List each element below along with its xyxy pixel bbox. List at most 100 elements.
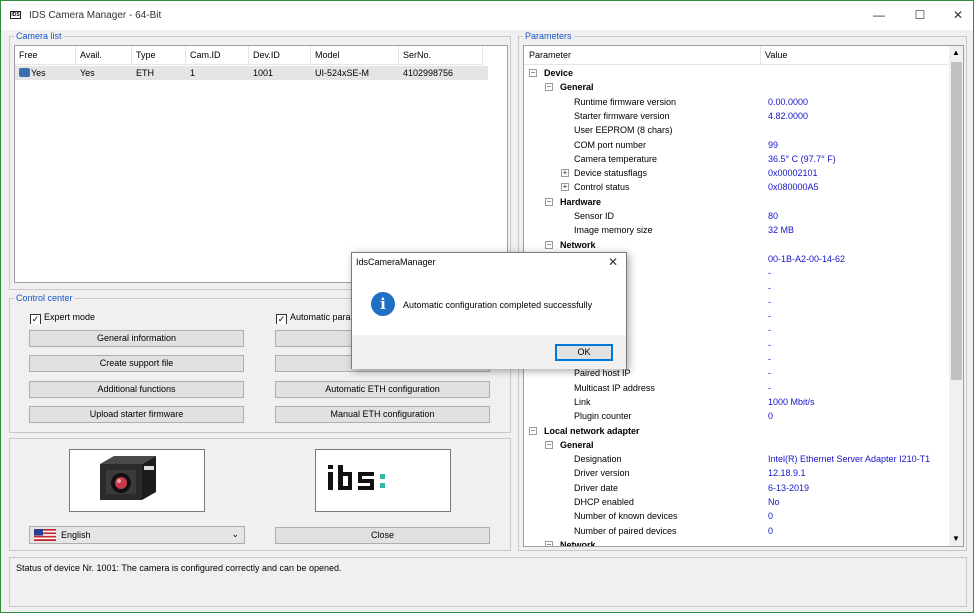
- parameter-value: 80: [768, 211, 779, 221]
- upload-starter-firmware-button[interactable]: Upload starter firmware: [29, 406, 244, 423]
- manual-eth-configuration-button[interactable]: Manual ETH configuration: [275, 406, 490, 423]
- parameter-name: Driver version: [574, 468, 630, 479]
- parameter-name: Sensor ID: [574, 211, 615, 221]
- parameter-value: -: [768, 339, 771, 350]
- tree-row[interactable]: − Network: [524, 538, 944, 547]
- parameter-name: Device statusflags: [574, 168, 648, 179]
- expand-icon[interactable]: +: [561, 169, 569, 178]
- dialog-message: Automatic configuration completed succes…: [403, 300, 593, 310]
- parameter-value: No: [768, 497, 780, 507]
- tree-row[interactable]: Number of known devices 0: [524, 509, 944, 523]
- scrollbar-thumb[interactable]: [951, 62, 962, 380]
- create-support-file-button[interactable]: Create support file: [29, 355, 244, 372]
- parameter-value: 0x00002101: [768, 168, 818, 179]
- tree-row[interactable]: Link 1000 Mbit/s: [524, 395, 944, 409]
- message-dialog: IdsCameraManager ✕ i Automatic configura…: [351, 252, 627, 369]
- app-logo-icon: IDS: [10, 11, 21, 19]
- automatic-param-checkbox[interactable]: ✓ Automatic param: [276, 310, 352, 324]
- scroll-down-icon[interactable]: ▼: [952, 534, 960, 543]
- parameter-name: Driver date: [574, 482, 619, 493]
- close-window-button[interactable]: ✕: [939, 1, 974, 30]
- collapse-icon[interactable]: −: [545, 197, 553, 206]
- parameter-value: 0.00.0000: [768, 96, 809, 107]
- tree-row[interactable]: − Network: [524, 238, 944, 252]
- checkbox-checked-icon: ✓: [30, 314, 41, 324]
- tree-row[interactable]: Number of paired devices 0: [524, 524, 944, 538]
- collapse-icon[interactable]: −: [529, 426, 537, 435]
- cell-avail: Yes: [80, 68, 95, 78]
- parameter-value: -: [768, 325, 771, 336]
- tree-row[interactable]: COM port number 99: [524, 138, 944, 152]
- collapse-icon[interactable]: −: [545, 240, 553, 249]
- collapse-icon[interactable]: −: [545, 540, 553, 546]
- maximize-button[interactable]: ☐: [901, 1, 939, 30]
- collapse-icon[interactable]: −: [545, 83, 553, 92]
- tree-row[interactable]: − General: [524, 438, 944, 452]
- dialog-close-icon[interactable]: ✕: [608, 255, 618, 269]
- expert-mode-checkbox[interactable]: ✓ Expert mode: [30, 310, 180, 324]
- column-header-dev-id[interactable]: Dev.ID: [249, 46, 311, 65]
- parameter-value: -: [768, 282, 771, 293]
- tree-row[interactable]: − General: [524, 80, 944, 94]
- column-divider: [760, 46, 761, 65]
- parameter-name: Network: [560, 539, 596, 547]
- parameter-value: 6-13-2019: [768, 482, 810, 493]
- language-select[interactable]: English ⌄: [29, 526, 245, 544]
- tree-row[interactable]: User EEPROM (8 chars): [524, 123, 944, 137]
- parameter-value: -: [768, 311, 771, 322]
- tree-row[interactable]: Driver date 6-13-2019: [524, 481, 944, 495]
- column-header-type[interactable]: Type: [132, 46, 186, 65]
- status-box: Status of device Nr. 1001: The camera is…: [9, 557, 967, 607]
- tree-row[interactable]: + Device statusflags 0x00002101: [524, 166, 944, 180]
- close-button[interactable]: Close: [275, 527, 490, 544]
- tree-row[interactable]: Runtime firmware version 0.00.0000: [524, 95, 944, 109]
- collapse-icon[interactable]: −: [545, 440, 553, 449]
- tree-row[interactable]: Sensor ID 80: [524, 209, 944, 223]
- tree-row[interactable]: Designation Intel(R) Ethernet Server Adap…: [524, 452, 944, 466]
- column-header-cam-id[interactable]: Cam.ID: [186, 46, 249, 65]
- tree-row[interactable]: Camera temperature 36.5° C (97.7° F): [524, 152, 944, 166]
- info-icon: i: [371, 292, 395, 316]
- column-header-serno[interactable]: SerNo.: [399, 46, 483, 65]
- tree-row[interactable]: Driver version 12.18.9.1: [524, 466, 944, 480]
- tree-row[interactable]: Plugin counter 0: [524, 409, 944, 423]
- tree-row[interactable]: − Local network adapter: [524, 424, 944, 438]
- camera-list-table[interactable]: Free Avail. Type Cam.ID Dev.ID Model Ser…: [14, 45, 508, 283]
- column-header-avail[interactable]: Avail.: [76, 46, 132, 65]
- control-center-label: Control center: [14, 293, 75, 304]
- tree-row[interactable]: Image memory size 32 MB: [524, 223, 944, 237]
- automatic-eth-configuration-button[interactable]: Automatic ETH configuration: [275, 381, 490, 398]
- expand-icon[interactable]: +: [561, 183, 569, 192]
- tree-row[interactable]: + Control status 0x080000A5: [524, 180, 944, 194]
- cell-serno: 4102998756: [403, 68, 454, 78]
- window-title: IDS Camera Manager - 64-Bit: [29, 10, 162, 21]
- parameter-name: Local network adapter: [544, 425, 640, 436]
- cell-type: ETH: [136, 68, 154, 78]
- ok-button[interactable]: OK: [555, 344, 613, 361]
- parameter-name: Designation: [574, 454, 622, 465]
- parameter-name: Device: [544, 68, 574, 78]
- column-header-value[interactable]: Value: [765, 50, 787, 60]
- column-header-model[interactable]: Model: [311, 46, 399, 65]
- tree-row[interactable]: − Hardware: [524, 195, 944, 209]
- table-row[interactable]: Yes Yes ETH 1 1001 UI-524xSE-M 410299875…: [15, 66, 488, 80]
- scroll-up-icon[interactable]: ▲: [952, 48, 960, 57]
- general-information-button[interactable]: General information: [29, 330, 244, 347]
- parameter-value: 0: [768, 511, 774, 522]
- minimize-button[interactable]: —: [860, 1, 898, 30]
- tree-row[interactable]: Multicast IP address -: [524, 381, 944, 395]
- tree-row[interactable]: Starter firmware version 4.82.0000: [524, 109, 944, 123]
- collapse-icon[interactable]: −: [529, 69, 537, 77]
- parameter-name: Runtime firmware version: [574, 96, 677, 107]
- column-header-free[interactable]: Free: [15, 46, 76, 65]
- tree-row[interactable]: − Device: [524, 66, 944, 80]
- additional-functions-button[interactable]: Additional functions: [29, 381, 244, 398]
- parameters-label: Parameters: [523, 31, 574, 42]
- tree-row[interactable]: DHCP enabled No: [524, 495, 944, 509]
- column-header-parameter[interactable]: Parameter: [529, 50, 571, 60]
- parameter-name: Camera temperature: [574, 153, 658, 164]
- camera-list-label: Camera list: [14, 31, 64, 42]
- parameter-value: -: [768, 354, 771, 364]
- parameter-value: 0x080000A5: [768, 182, 819, 193]
- vertical-scrollbar[interactable]: ▲ ▼: [949, 46, 963, 546]
